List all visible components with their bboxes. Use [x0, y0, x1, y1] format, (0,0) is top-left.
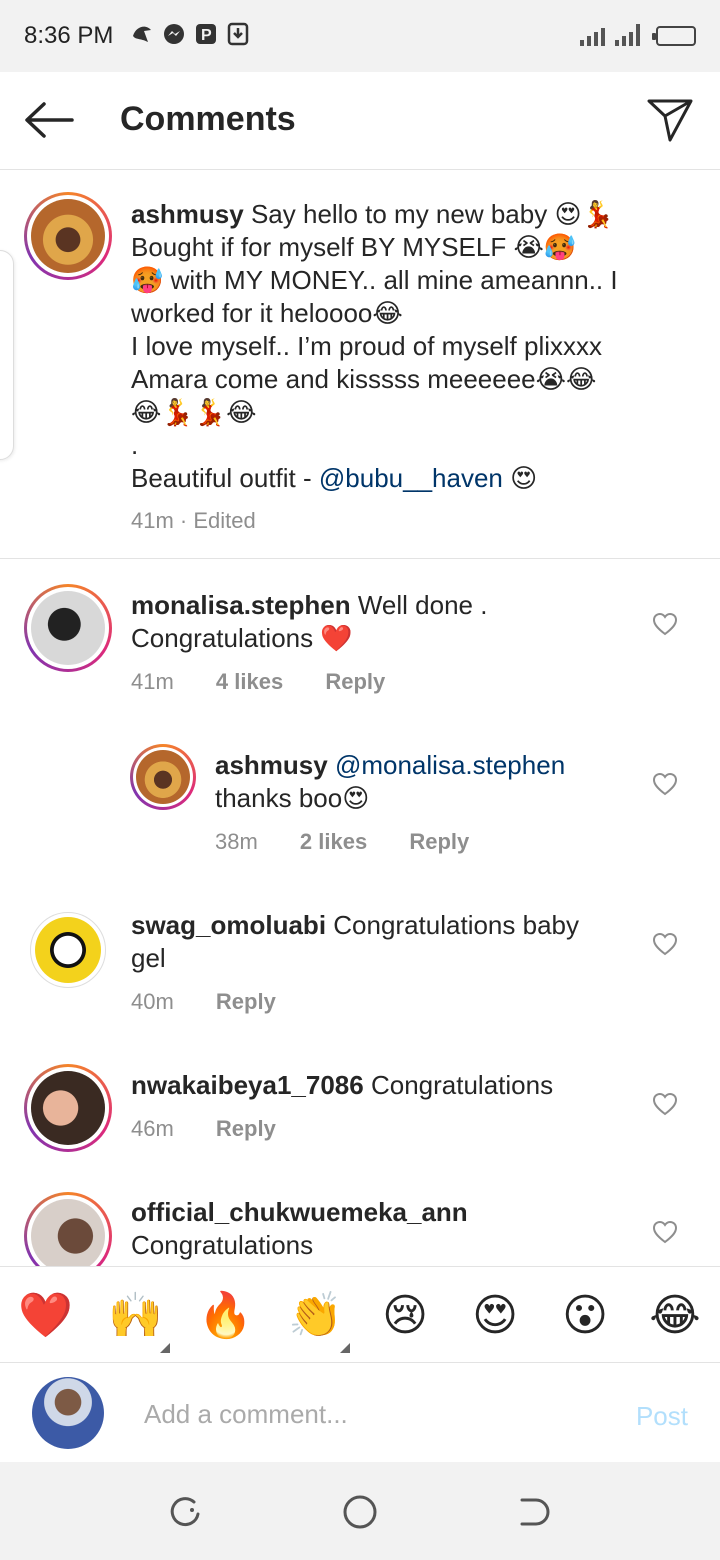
messenger-icon: [162, 20, 186, 48]
comment-text: nwakaibeya1_7086 Congratulations: [131, 1069, 631, 1102]
commenter-avatar[interactable]: [24, 584, 112, 672]
reply-text: ashmusy @monalisa.stephen thanks boo😍: [215, 749, 635, 815]
status-time: 8:36 PM: [24, 22, 114, 49]
quick-emoji-bar: ❤️ 🙌 🔥 👏 😢 😍 😮 😂: [0, 1266, 720, 1362]
comment-body: Congratulations: [363, 1070, 554, 1100]
caption-line: worked for it heloooo😂: [131, 298, 403, 328]
reply-avatar[interactable]: [130, 744, 196, 810]
p-icon: P: [194, 20, 218, 48]
post-button[interactable]: Post: [636, 1401, 688, 1432]
edited-label: · Edited: [173, 508, 256, 533]
laughing-emoji-button[interactable]: 😂: [648, 1289, 702, 1343]
current-user-avatar: [32, 1377, 104, 1449]
app-icon: [130, 20, 154, 48]
page-title: Comments: [120, 100, 296, 138]
post-username[interactable]: ashmusy: [131, 199, 244, 229]
add-comment-input[interactable]: Add a comment...: [144, 1399, 348, 1430]
outfit-mention-link[interactable]: @bubu__haven: [319, 463, 503, 493]
outfit-prefix: Beautiful outfit -: [131, 463, 319, 493]
comment-username[interactable]: nwakaibeya1_7086: [131, 1070, 364, 1100]
clapping-emoji-button[interactable]: 👏: [288, 1289, 343, 1343]
comment-body: Well done .: [350, 590, 488, 620]
commenter-avatar[interactable]: [24, 1064, 112, 1152]
direct-send-icon[interactable]: [646, 96, 694, 144]
like-heart-icon[interactable]: [652, 612, 678, 636]
signal-h-plus-icon: [615, 22, 640, 46]
caption-divider: [0, 558, 720, 559]
comment-text: swag_omoluabi Congratulations baby gel: [131, 909, 631, 975]
comment-time: 40m: [131, 989, 174, 1014]
comment-username[interactable]: swag_omoluabi: [131, 910, 326, 940]
caption-line: 😂💃💃😂: [131, 397, 257, 427]
reply-button[interactable]: Reply: [325, 669, 385, 694]
commenter-avatar[interactable]: [30, 912, 106, 988]
comment-body: Congratulations baby: [326, 910, 579, 940]
like-heart-icon[interactable]: [652, 1220, 678, 1244]
comments-list[interactable]: ashmusy Say hello to my new baby 😍💃 Boug…: [0, 170, 720, 1266]
comments-header: Comments: [0, 72, 720, 170]
svg-text:P: P: [201, 27, 212, 44]
comment-text: monalisa.stephen Well done . Congratulat…: [131, 589, 631, 655]
comment-time: 41m: [131, 669, 174, 694]
caption-line: Say hello to my new baby 😍💃: [243, 199, 614, 229]
home-icon[interactable]: [342, 1494, 378, 1530]
back-icon[interactable]: [516, 1494, 552, 1530]
caption-line: Amara come and kisssss meeeeee😭😂: [131, 364, 597, 394]
recent-apps-icon[interactable]: [168, 1494, 204, 1530]
skin-tone-indicator-icon: [340, 1343, 350, 1353]
skin-tone-indicator-icon: [160, 1343, 170, 1353]
post-author-avatar[interactable]: [24, 192, 112, 280]
notification-icons: P: [130, 20, 250, 48]
system-nav-bar: [0, 1462, 720, 1560]
crying-emoji-button[interactable]: 😢: [378, 1289, 432, 1343]
side-edge-handle[interactable]: [0, 250, 14, 460]
download-icon: [226, 20, 250, 48]
post-caption: ashmusy Say hello to my new baby 😍💃 Boug…: [131, 198, 691, 495]
comment-composer: Add a comment... Post: [0, 1362, 720, 1462]
fire-emoji-button[interactable]: 🔥: [198, 1289, 253, 1343]
raising-hands-emoji-button[interactable]: 🙌: [108, 1289, 163, 1343]
reply-time: 38m: [215, 829, 258, 854]
reply-username[interactable]: ashmusy: [215, 750, 328, 780]
commenter-avatar[interactable]: [24, 1192, 112, 1266]
comment-body: Congratulations ❤️: [131, 623, 353, 653]
comment-username[interactable]: official_chukwuemeka_ann: [131, 1197, 468, 1227]
caption-line: 🥵 with MY MONEY.. all mine ameannn.. I: [131, 265, 618, 295]
post-meta: 41m · Edited: [131, 508, 256, 534]
signal-icon: [580, 22, 605, 46]
reply-button[interactable]: Reply: [409, 829, 469, 854]
battery-icon: [652, 26, 696, 46]
comment-meta: 46m Reply: [131, 1116, 276, 1142]
caption-line: .: [131, 430, 139, 460]
comment-username[interactable]: monalisa.stephen: [131, 590, 351, 620]
heart-emoji-button[interactable]: ❤️: [18, 1289, 73, 1343]
system-icons: [580, 22, 696, 46]
back-arrow-icon[interactable]: [22, 98, 74, 142]
comment-likes[interactable]: 4 likes: [216, 669, 283, 694]
reply-mention-link[interactable]: @monalisa.stephen: [328, 750, 565, 780]
comment-text: official_chukwuemeka_ann Congratulations: [131, 1196, 631, 1262]
comment-body: gel: [131, 943, 166, 973]
like-heart-icon[interactable]: [652, 772, 678, 796]
reply-button[interactable]: Reply: [216, 1116, 276, 1141]
caption-line: I love myself.. I’m proud of myself plix…: [131, 331, 603, 361]
comment-meta: 41m 4 likes Reply: [131, 669, 385, 695]
reply-body: thanks boo😍: [215, 783, 370, 813]
reply-button[interactable]: Reply: [216, 989, 276, 1014]
like-heart-icon[interactable]: [652, 1092, 678, 1116]
reply-meta: 38m 2 likes Reply: [215, 829, 469, 855]
heart-eyes-emoji-button[interactable]: 😍: [468, 1289, 522, 1343]
comment-time: 46m: [131, 1116, 174, 1141]
comment-meta: 40m Reply: [131, 989, 276, 1015]
comment-body: Congratulations: [131, 1230, 314, 1260]
outfit-suffix: 😍: [502, 463, 538, 493]
reply-likes[interactable]: 2 likes: [300, 829, 367, 854]
surprised-emoji-button[interactable]: 😮: [558, 1289, 612, 1343]
like-heart-icon[interactable]: [652, 932, 678, 956]
caption-line: Bought if for myself BY MYSELF 😭🥵: [131, 232, 577, 262]
status-bar: 8:36 PM P: [0, 0, 720, 72]
post-time: 41m: [131, 508, 174, 533]
